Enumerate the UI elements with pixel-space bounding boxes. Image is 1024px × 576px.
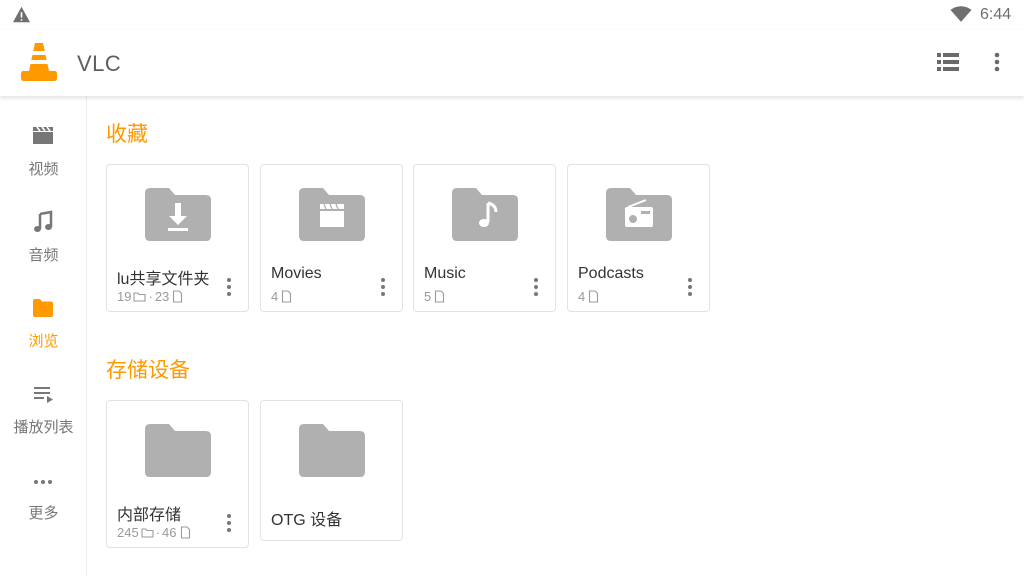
favorite-card-movies[interactable]: Movies 4 <box>260 164 403 312</box>
card-meta: 19 · 23 <box>117 289 184 304</box>
sidebar-item-label: 音频 <box>28 247 59 264</box>
small-file-icon <box>435 290 445 303</box>
card-name: OTG 设备 <box>271 512 343 529</box>
sidebar-item-label: 视频 <box>28 161 59 178</box>
card-meta: 245 · 46 <box>117 525 192 540</box>
sidebar-item-label: 更多 <box>28 505 59 522</box>
vlc-cone-icon <box>21 43 57 81</box>
status-bar: 6:44 <box>0 0 1024 30</box>
more-horizontal-icon <box>34 480 52 484</box>
more-vertical-icon[interactable] <box>222 511 236 535</box>
sidebar-nav: 视频 音频 浏览 播放列表 更多 <box>0 96 87 576</box>
storage-title: 存储设备 <box>106 359 190 382</box>
sidebar-item-audio[interactable]: 音频 <box>0 210 87 290</box>
folder-music-icon <box>452 188 518 241</box>
more-vertical-icon[interactable] <box>222 275 236 299</box>
card-name: Music <box>424 265 466 282</box>
card-name: Podcasts <box>578 265 644 282</box>
sidebar-item-browse[interactable]: 浏览 <box>0 296 87 376</box>
favorite-card-shared[interactable]: lu共享文件夹 19 · 23 <box>106 164 249 312</box>
sidebar-item-label: 浏览 <box>28 333 59 350</box>
playlist-icon <box>34 387 53 403</box>
more-vertical-icon[interactable] <box>376 275 390 299</box>
sidebar-item-video[interactable]: 视频 <box>0 124 87 204</box>
file-count: 23 <box>154 289 170 304</box>
favorites-title: 收藏 <box>106 123 148 146</box>
file-count: 46 <box>162 525 177 540</box>
sidebar-item-playlists[interactable]: 播放列表 <box>0 382 87 462</box>
storage-card-internal[interactable]: 内部存储 245 · 46 <box>106 400 249 548</box>
folder-radio-icon <box>606 188 672 241</box>
folder-icon <box>299 424 365 477</box>
storage-card-otg[interactable]: OTG 设备 <box>260 400 403 541</box>
wifi-icon <box>950 6 972 22</box>
file-count: 4 <box>578 289 586 304</box>
small-file-icon <box>282 290 292 303</box>
more-vertical-icon[interactable] <box>683 275 697 299</box>
card-meta: 4 <box>578 289 600 304</box>
list-view-icon[interactable] <box>932 50 962 74</box>
card-name: 内部存储 <box>117 507 182 524</box>
file-count: 5 <box>424 289 432 304</box>
file-count: 4 <box>271 289 279 304</box>
small-folder-icon <box>133 292 147 302</box>
favorite-card-music[interactable]: Music 5 <box>413 164 556 312</box>
folder-count: 19 <box>117 289 132 304</box>
status-time: 6:44 <box>980 6 1012 23</box>
meta-separator: · <box>155 525 161 540</box>
small-file-icon <box>180 526 190 539</box>
favorite-card-podcasts[interactable]: Podcasts 4 <box>567 164 710 312</box>
more-vertical-icon[interactable] <box>985 48 1009 76</box>
folder-count: 245 <box>117 525 139 540</box>
warning-icon <box>13 6 30 23</box>
card-meta: 4 <box>271 289 293 304</box>
more-vertical-icon[interactable] <box>529 275 543 299</box>
folder-movie-icon <box>299 188 365 241</box>
card-meta: 5 <box>424 289 446 304</box>
folder-icon <box>33 299 53 317</box>
folder-download-icon <box>145 188 211 241</box>
folder-icon <box>145 424 211 477</box>
video-icon <box>33 126 53 144</box>
sidebar-item-label: 播放列表 <box>13 419 74 436</box>
app-bar: VLC <box>0 30 1024 96</box>
card-name: Movies <box>271 265 322 282</box>
music-note-icon <box>34 210 53 232</box>
small-folder-icon <box>141 528 154 538</box>
app-title: VLC <box>77 51 122 76</box>
meta-separator: · <box>148 289 153 304</box>
card-name: lu共享文件夹 <box>117 271 210 288</box>
small-file-icon <box>589 290 599 303</box>
sidebar-item-more[interactable]: 更多 <box>0 468 87 548</box>
small-file-icon <box>173 290 183 303</box>
